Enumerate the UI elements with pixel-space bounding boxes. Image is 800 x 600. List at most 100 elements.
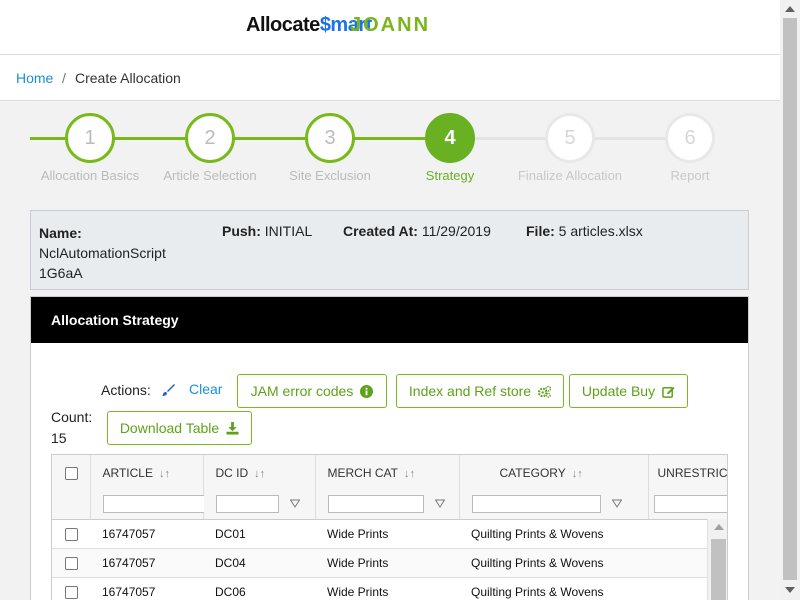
step-circle: 1 [65, 113, 115, 163]
breadcrumb-current: Create Allocation [75, 70, 181, 86]
filter-cell-dc-id [203, 490, 316, 520]
info-created-label: Created At: [343, 223, 418, 239]
breadcrumb-separator: / [62, 70, 66, 86]
table-row[interactable]: 16747057 DC06 Wide Prints Quilting Print… [52, 577, 727, 600]
app-header: Allocate$mart JOANN [0, 0, 780, 55]
brush-icon[interactable] [161, 383, 175, 397]
filter-icon[interactable] [434, 499, 445, 509]
clear-link[interactable]: Clear [189, 381, 222, 397]
allocation-strategy-panel: Allocation Strategy Actions: Clear JAM e… [30, 296, 749, 600]
breadcrumb-home-link[interactable]: Home [16, 70, 53, 86]
cell-merch-cat: Wide Prints [315, 548, 459, 578]
filter-cell-empty [52, 490, 91, 520]
step-label: Finalize Allocation [517, 168, 623, 183]
step-circle: 4 [425, 113, 475, 163]
column-header-category[interactable]: CATEGORY ↓↑ [459, 455, 649, 490]
cell-article: 16747057 [90, 519, 203, 549]
filter-input-category[interactable] [471, 495, 601, 514]
info-circle-icon [360, 384, 374, 398]
grid-scroll-up-arrow[interactable] [714, 524, 724, 530]
cell-dc-id: DC04 [203, 548, 315, 578]
grid-filter-row [52, 490, 727, 520]
grid-vertical-scrollbar[interactable] [707, 519, 727, 600]
select-all-checkbox-cell [52, 455, 91, 490]
index-ref-store-button[interactable]: Index and Ref store [396, 374, 564, 408]
table-row[interactable]: 16747057 DC04 Wide Prints Quilting Print… [52, 548, 727, 578]
cell-category: Quilting Prints & Wovens [459, 548, 648, 578]
download-table-button[interactable]: Download Table [107, 411, 252, 445]
update-buy-button[interactable]: Update Buy [569, 374, 688, 408]
info-name-value-line1: NclAutomationScript [39, 245, 166, 261]
cell-category: Quilting Prints & Wovens [459, 519, 648, 549]
info-push-label: Push: [222, 223, 261, 239]
sort-icon[interactable]: ↓↑ [254, 468, 265, 480]
row-count: Count: 15 [51, 407, 92, 449]
page-scroll-thumb[interactable] [783, 18, 797, 580]
main-content: 1 Allocation Basics 2 Article Selection … [0, 101, 780, 600]
grid-header-row: ARTICLE ↓↑ DC ID ↓↑ MERCH CAT ↓↑ CATEGORY ↓↑… [52, 455, 728, 490]
table-row[interactable]: 16747057 DC01 Wide Prints Quilting Print… [52, 519, 727, 549]
step-site-exclusion[interactable]: 3 Site Exclusion [270, 113, 390, 183]
step-strategy[interactable]: 4 Strategy [390, 113, 510, 183]
filter-cell-merch-cat [315, 490, 460, 520]
step-label: Report [670, 168, 710, 183]
allocation-grid: ARTICLE ↓↑ DC ID ↓↑ MERCH CAT ↓↑ CATEGORY ↓↑… [51, 454, 728, 600]
step-finalize-allocation: 5 Finalize Allocation [510, 113, 630, 183]
cell-merch-cat: Wide Prints [315, 577, 459, 600]
step-label: Article Selection [163, 168, 257, 183]
row-checkbox[interactable] [65, 585, 78, 599]
page-scroll-down-arrow[interactable] [785, 587, 795, 593]
filter-icon[interactable] [611, 499, 622, 509]
select-all-checkbox[interactable] [65, 466, 78, 480]
grid-scroll-thumb[interactable] [711, 539, 726, 600]
cogs-icon [538, 385, 552, 398]
info-created-value: 11/29/2019 [421, 223, 491, 239]
step-article-selection[interactable]: 2 Article Selection [150, 113, 270, 183]
column-header-unrestrict[interactable]: UNRESTRICT [648, 455, 728, 490]
column-header-article[interactable]: ARTICLE ↓↑ [90, 455, 204, 490]
sort-icon[interactable]: ↓↑ [404, 468, 415, 480]
page-scroll-up-arrow[interactable] [785, 6, 795, 12]
row-checkbox[interactable] [65, 527, 78, 541]
logo-text-joann: JOANN [350, 14, 431, 36]
filter-input-dc-id[interactable] [215, 495, 279, 514]
breadcrumb: Home / Create Allocation [0, 55, 780, 101]
filter-input-merch-cat[interactable] [327, 495, 424, 514]
filter-input-article[interactable] [102, 495, 207, 514]
info-name-label: Name: [39, 225, 82, 241]
app-logo[interactable]: Allocate$mart JOANN [246, 14, 428, 37]
cell-dc-id: DC01 [203, 519, 315, 549]
actions-label: Actions: [101, 382, 151, 398]
column-header-merch-cat[interactable]: MERCH CAT ↓↑ [315, 455, 460, 490]
index-ref-store-label: Index and Ref store [408, 383, 532, 399]
step-label: Site Exclusion [289, 168, 371, 183]
info-push: Push: INITIAL [222, 223, 312, 239]
step-circle: 5 [545, 113, 595, 163]
step-report: 6 Report [630, 113, 750, 183]
sort-icon[interactable]: ↓↑ [159, 468, 170, 480]
jam-error-codes-button[interactable]: JAM error codes [237, 374, 387, 408]
filter-cell-category [459, 490, 649, 520]
column-title: MERCH CAT [327, 465, 398, 480]
column-header-dc-id[interactable]: DC ID ↓↑ [203, 455, 316, 490]
row-checkbox[interactable] [65, 556, 78, 570]
row-checkbox-cell [52, 519, 90, 549]
info-created-at: Created At: 11/29/2019 [343, 223, 491, 239]
page-vertical-scrollbar[interactable] [780, 0, 800, 600]
column-title: DC ID [215, 465, 249, 480]
count-label: Count: [51, 409, 93, 425]
sort-icon[interactable]: ↓↑ [572, 468, 583, 480]
step-allocation-basics[interactable]: 1 Allocation Basics [30, 113, 150, 183]
allocation-info-box: Name: NclAutomationScript 1G6aA Push: IN… [30, 210, 749, 290]
filter-cell-unrestrict [648, 490, 727, 520]
column-title: UNRESTRICT [657, 465, 728, 480]
wizard-stepper: 1 Allocation Basics 2 Article Selection … [30, 113, 730, 183]
filter-icon[interactable] [289, 499, 300, 509]
step-circle: 3 [305, 113, 355, 163]
filter-cell-article [90, 490, 228, 520]
filter-input-unrestrict[interactable] [653, 495, 727, 514]
step-label: Allocation Basics [40, 168, 140, 183]
jam-error-codes-label: JAM error codes [250, 383, 354, 399]
info-file: File: 5 articles.xlsx [526, 223, 643, 239]
panel-title: Allocation Strategy [31, 297, 748, 343]
